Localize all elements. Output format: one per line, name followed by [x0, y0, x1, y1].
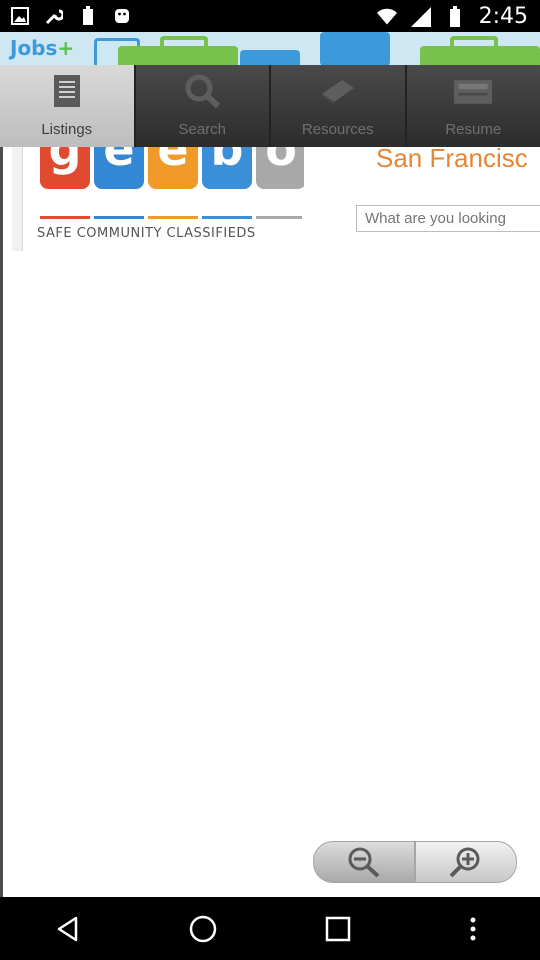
- home-icon: [189, 915, 216, 942]
- bag-graphic: [450, 36, 498, 52]
- logo-letter: b: [202, 147, 252, 189]
- tab-label: Resources: [301, 121, 374, 138]
- zoom-out-icon: [348, 847, 380, 878]
- tab-label: Search: [178, 121, 227, 138]
- tab-listings[interactable]: Listings: [0, 65, 136, 147]
- back-icon: [57, 916, 77, 941]
- content-left-border: [0, 147, 3, 897]
- image-icon: [10, 6, 30, 26]
- logo-letter: e: [148, 147, 198, 189]
- geebo-logo[interactable]: g e e b o SAFE COMMUNITY CLASSIFIEDS: [36, 147, 304, 245]
- status-left-icons: [10, 6, 132, 26]
- wrench-icon: [44, 6, 64, 26]
- wifi-icon: [376, 7, 397, 27]
- banner-logo: Jobs+: [10, 36, 75, 60]
- tab-resume[interactable]: Resume: [406, 65, 540, 147]
- logo-underline: [40, 216, 302, 219]
- battery-level-icon: [445, 5, 465, 27]
- document-icon: [47, 71, 87, 111]
- back-button[interactable]: [38, 904, 98, 954]
- system-nav-bar: [0, 897, 540, 960]
- recents-button[interactable]: [308, 904, 368, 954]
- bag-graphic: [240, 50, 300, 65]
- search-input[interactable]: [356, 205, 540, 232]
- tab-search[interactable]: Search: [135, 65, 271, 147]
- recents-icon: [325, 916, 350, 941]
- zoom-in-button[interactable]: [415, 841, 517, 883]
- tab-label: Listings: [41, 121, 93, 138]
- content-side-strip: [12, 147, 23, 251]
- battery-icon: [78, 6, 98, 26]
- zoom-controls: [313, 841, 517, 883]
- city-link[interactable]: San Francisc: [376, 143, 528, 174]
- tab-resources[interactable]: Resources: [271, 65, 407, 147]
- logo-letter: e: [94, 147, 144, 189]
- signal-icon: [410, 6, 431, 27]
- logo-letter: o: [256, 147, 304, 189]
- web-content[interactable]: g e e b o SAFE COMMUNITY CLASSIFIEDS San…: [0, 143, 540, 897]
- home-button[interactable]: [173, 904, 233, 954]
- status-time: 2:45: [478, 4, 528, 29]
- inbox-icon: [453, 71, 493, 111]
- bag-graphic: [320, 32, 390, 65]
- status-right: 2:45: [376, 4, 528, 29]
- zoom-in-icon: [449, 847, 480, 878]
- zoom-out-button[interactable]: [313, 841, 415, 883]
- book-icon: [318, 71, 358, 111]
- logo-letter: g: [40, 147, 90, 189]
- bag-graphic: [160, 36, 208, 52]
- android-icon: [112, 6, 132, 26]
- overflow-menu-icon: [470, 917, 475, 940]
- status-bar: 2:45: [0, 0, 540, 32]
- ad-banner[interactable]: Jobs+: [0, 32, 540, 65]
- menu-button[interactable]: [443, 904, 503, 954]
- magnifier-icon: [182, 71, 222, 111]
- tab-bar: Listings Search Resources Resume: [0, 65, 540, 147]
- logo-tagline: SAFE COMMUNITY CLASSIFIEDS: [37, 226, 256, 241]
- tab-label: Resume: [445, 121, 502, 138]
